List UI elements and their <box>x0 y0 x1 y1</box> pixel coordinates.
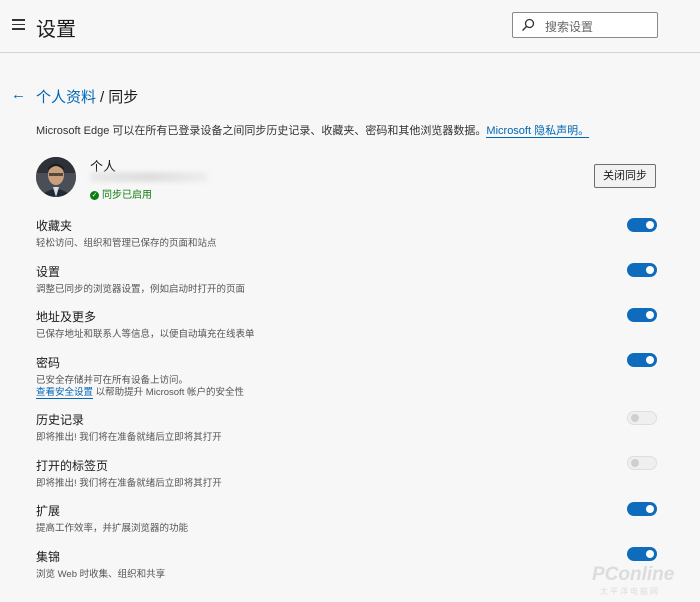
back-arrow-icon[interactable]: ← <box>11 86 26 103</box>
sync-item-title: 打开的标签页 <box>36 459 109 473</box>
sync-item-title: 地址及更多 <box>36 310 97 324</box>
sync-status: ✓ 同步已启用 <box>90 186 152 201</box>
hamburger-menu-icon[interactable] <box>12 19 25 30</box>
sync-item-desc: 即将推出! 我们将在准备就绪后立即将其打开 <box>36 478 222 489</box>
toggle-favorites[interactable] <box>627 218 657 232</box>
avatar <box>36 157 76 197</box>
watermark-sub: 太平洋电脑网 <box>600 587 660 596</box>
sync-item-collections: 集锦 浏览 Web 时收集、组织和共享 <box>36 548 656 581</box>
toggle-settings[interactable] <box>627 263 657 277</box>
sync-item-favorites: 收藏夹 轻松访问、组织和管理已保存的页面和站点 <box>36 217 656 250</box>
top-bar: 设置 搜索设置 <box>0 0 700 53</box>
toggle-history <box>627 411 657 425</box>
sync-item-passwords: 密码 已安全存储并可在所有设备上访问。 查看安全设置 以帮助提升 Microso… <box>36 354 656 399</box>
sync-item-addresses: 地址及更多 已保存地址和联系人等信息，以便自动填充在线表单 <box>36 308 656 341</box>
sync-item-history: 历史记录 即将推出! 我们将在准备就绪后立即将其打开 <box>36 411 656 444</box>
sync-item-desc: 浏览 Web 时收集、组织和共享 <box>36 569 166 580</box>
sync-item-desc: 调整已同步的浏览器设置，例如启动时打开的页面 <box>36 284 246 295</box>
turn-off-sync-button[interactable]: 关闭同步 <box>594 164 656 188</box>
security-settings-link[interactable]: 查看安全设置 <box>36 387 94 399</box>
toggle-addresses[interactable] <box>627 308 657 322</box>
breadcrumb: 个人资料 / 同步 <box>36 86 138 107</box>
sync-status-text: 同步已启用 <box>102 190 152 201</box>
sync-item-open-tabs: 打开的标签页 即将推出! 我们将在准备就绪后立即将其打开 <box>36 457 656 490</box>
breadcrumb-profile-link[interactable]: 个人资料 <box>36 89 96 106</box>
sync-item-settings: 设置 调整已同步的浏览器设置，例如启动时打开的页面 <box>36 263 656 296</box>
sync-item-title: 收藏夹 <box>36 219 73 233</box>
toggle-passwords[interactable] <box>627 353 657 367</box>
sync-item-title: 历史记录 <box>36 413 85 427</box>
search-placeholder: 搜索设置 <box>545 20 594 34</box>
sync-item-desc: 已安全存储并可在所有设备上访问。 <box>36 375 189 386</box>
avatar-photo <box>36 157 76 197</box>
sync-item-desc: 已保存地址和联系人等信息，以便自动填充在线表单 <box>36 329 255 340</box>
sync-item-desc-suffix: 以帮助提升 Microsoft 帐户的安全性 <box>95 387 244 398</box>
search-icon <box>522 18 535 31</box>
sync-description-text: Microsoft Edge 可以在所有已登录设备之间同步历史记录、收藏夹、密码… <box>36 125 487 137</box>
toggle-extensions[interactable] <box>627 502 657 516</box>
watermark-brand: PConline <box>592 564 675 585</box>
sync-item-extensions: 扩展 提高工作效率，并扩展浏览器的功能 <box>36 502 656 535</box>
breadcrumb-current: 同步 <box>108 89 139 106</box>
breadcrumb-separator: / <box>100 89 105 106</box>
privacy-statement-link[interactable]: Microsoft 隐私声明。 <box>486 125 590 138</box>
toggle-open-tabs <box>627 456 657 470</box>
search-input[interactable]: 搜索设置 <box>512 12 658 38</box>
page-title: 设置 <box>36 19 76 41</box>
sync-item-desc-line2: 查看安全设置 以帮助提升 Microsoft 帐户的安全性 <box>36 387 656 399</box>
sync-item-desc: 提高工作效率，并扩展浏览器的功能 <box>36 523 189 534</box>
redacted-email <box>90 172 208 182</box>
sync-item-title: 扩展 <box>36 504 61 518</box>
sync-item-title: 集锦 <box>36 550 61 564</box>
sync-item-title: 设置 <box>36 265 61 279</box>
check-circle-icon: ✓ <box>90 190 99 200</box>
sync-description: Microsoft Edge 可以在所有已登录设备之间同步历史记录、收藏夹、密码… <box>36 122 590 138</box>
sync-item-desc: 即将推出! 我们将在准备就绪后立即将其打开 <box>36 432 222 443</box>
toggle-collections[interactable] <box>627 547 657 561</box>
sync-item-title: 密码 <box>36 356 61 370</box>
sync-item-desc: 轻松访问、组织和管理已保存的页面和站点 <box>36 238 217 249</box>
